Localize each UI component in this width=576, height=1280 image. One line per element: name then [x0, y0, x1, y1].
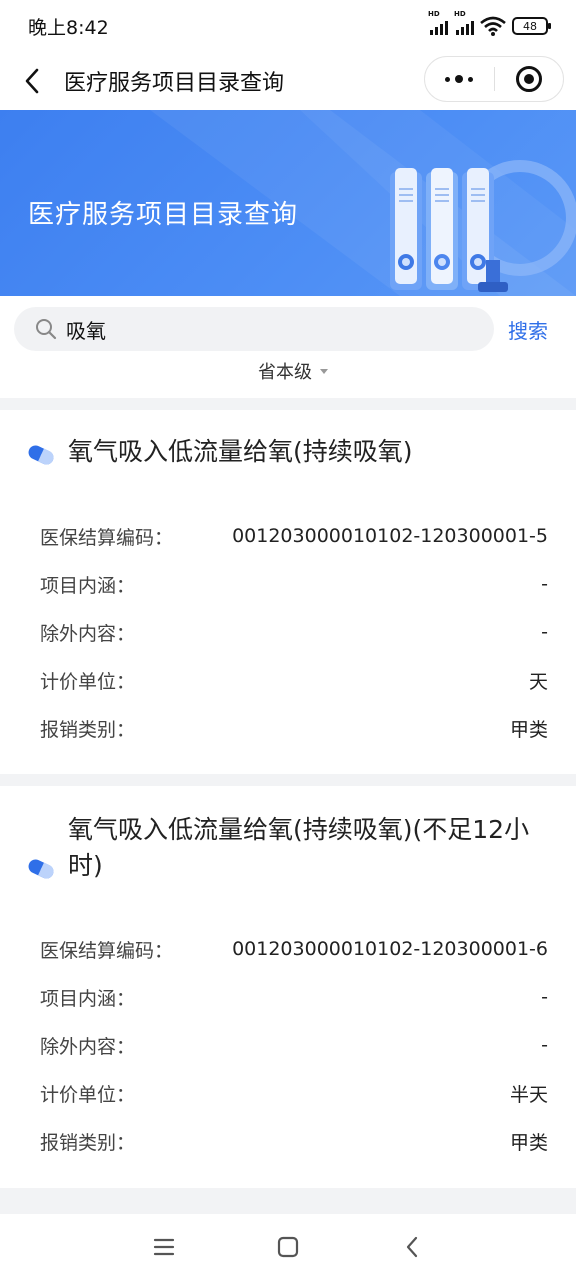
- system-nav-bar: [0, 1214, 576, 1280]
- filter-strip: 省本级: [0, 362, 576, 398]
- region-filter[interactable]: 省本级: [258, 362, 328, 384]
- signal-icon: HD: [428, 10, 448, 35]
- item-title: 氧气吸入低流量给氧(持续吸氧): [68, 437, 413, 466]
- field-value: 半天: [509, 1083, 548, 1106]
- battery-icon: 48: [512, 17, 551, 35]
- field-label: 项目内涵：: [40, 987, 136, 1010]
- home-button[interactable]: [226, 1214, 350, 1280]
- search-button[interactable]: 搜索: [508, 315, 548, 344]
- field-label: 医保结算编码：: [40, 939, 174, 962]
- search-input[interactable]: [66, 317, 446, 341]
- field-label: 报销类别：: [40, 718, 136, 741]
- field-row: 计价单位： 天: [0, 665, 576, 695]
- field-value: 001203000010102-120300001-6: [232, 938, 548, 960]
- close-miniprogram-button[interactable]: [495, 57, 564, 101]
- field-row: 医保结算编码： 001203000010102-120300001-5: [0, 521, 576, 551]
- result-card[interactable]: 氧气吸入低流量给氧(持续吸氧)(不足12小时) 医保结算编码： 00120300…: [0, 786, 576, 1188]
- field-value: 001203000010102-120300001-5: [232, 525, 548, 547]
- field-row: 计价单位： 半天: [0, 1078, 576, 1108]
- more-button[interactable]: [425, 57, 494, 101]
- pill-icon: [28, 859, 54, 879]
- target-icon: [515, 66, 542, 92]
- banner: 医疗服务项目目录查询: [0, 110, 576, 296]
- miniprogram-capsule: [424, 56, 564, 102]
- field-value: 甲类: [509, 1131, 548, 1154]
- wifi-icon: [480, 16, 506, 36]
- hd-label: HD: [428, 10, 440, 18]
- nav-bar: 医疗服务项目目录查询: [0, 52, 576, 110]
- home-square-icon: [277, 1236, 299, 1258]
- pill-icon: [28, 445, 54, 465]
- region-filter-label: 省本级: [258, 362, 312, 383]
- field-label: 除外内容：: [40, 1035, 136, 1058]
- field-row: 项目内涵： -: [0, 982, 576, 1012]
- caret-down-icon: [320, 368, 328, 374]
- result-card[interactable]: 氧气吸入低流量给氧(持续吸氧) 医保结算编码： 001203000010102-…: [0, 410, 576, 774]
- field-label: 报销类别：: [40, 1131, 136, 1154]
- field-label: 医保结算编码：: [40, 526, 174, 549]
- field-row: 报销类别： 甲类: [0, 1126, 576, 1156]
- search-icon: [36, 319, 57, 340]
- recent-apps-button[interactable]: [102, 1214, 226, 1280]
- field-value: -: [541, 986, 548, 1008]
- back-button[interactable]: [0, 52, 64, 110]
- list-gap: [0, 1188, 576, 1214]
- hd-label-2: HD: [454, 10, 466, 18]
- more-dots-icon: [445, 75, 474, 83]
- search-row: 搜索: [0, 296, 576, 362]
- menu-icon: [153, 1238, 175, 1256]
- signal-icon-2: HD: [454, 10, 474, 35]
- field-row: 医保结算编码： 001203000010102-120300001-6: [0, 934, 576, 964]
- banner-title: 医疗服务项目目录查询: [28, 200, 299, 230]
- search-box[interactable]: [14, 307, 494, 351]
- chevron-left-icon: [25, 68, 39, 94]
- battery-level: 48: [523, 19, 537, 33]
- field-label: 项目内涵：: [40, 574, 136, 597]
- field-row: 除外内容： -: [0, 617, 576, 647]
- field-value: -: [541, 1034, 548, 1056]
- system-back-button[interactable]: [350, 1214, 474, 1280]
- field-label: 计价单位：: [40, 1083, 136, 1106]
- status-bar: 晚上8:42 HD HD 48: [0, 0, 576, 52]
- field-row: 项目内涵： -: [0, 569, 576, 599]
- binders-magnifier-icon: [390, 160, 576, 292]
- field-value: -: [541, 621, 548, 643]
- field-label: 除外内容：: [40, 622, 136, 645]
- field-value: -: [541, 573, 548, 595]
- field-label: 计价单位：: [40, 670, 136, 693]
- back-chevron-icon: [406, 1236, 418, 1258]
- status-time: 晚上8:42: [28, 16, 109, 39]
- field-value: 甲类: [509, 718, 548, 741]
- status-icons: HD HD 48: [428, 10, 551, 36]
- field-value: 天: [528, 670, 548, 693]
- field-row: 除外内容： -: [0, 1030, 576, 1060]
- item-title: 氧气吸入低流量给氧(持续吸氧)(不足12小时): [68, 815, 530, 880]
- page: 晚上8:42 HD HD 48 医疗服务项目目录查询 医疗服务项目目录查询 吸氧…: [0, 0, 576, 1280]
- field-row: 报销类别： 甲类: [0, 713, 576, 743]
